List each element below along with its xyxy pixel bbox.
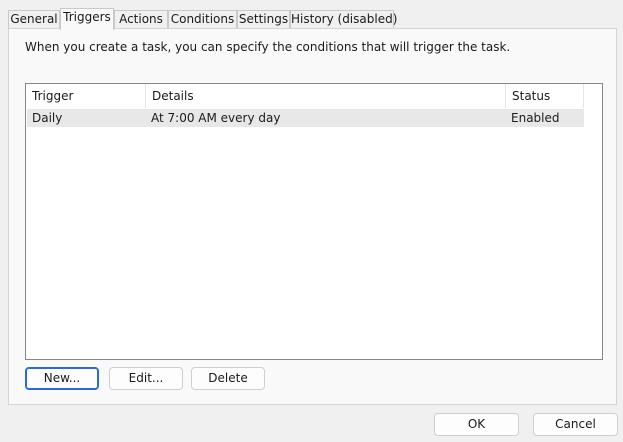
tab-general[interactable]: General (8, 10, 60, 29)
cancel-button[interactable]: Cancel (533, 413, 618, 436)
status-cell: Enabled (511, 111, 560, 125)
edit-trigger-button[interactable]: Edit... (109, 367, 183, 390)
tab-actions[interactable]: Actions (114, 10, 168, 29)
ok-button[interactable]: OK (434, 413, 519, 436)
tab-settings[interactable]: Settings (237, 10, 290, 29)
column-header-status[interactable]: Status (506, 84, 584, 108)
tab-triggers[interactable]: Triggers (60, 8, 114, 30)
column-header-trigger[interactable]: Trigger (26, 84, 146, 108)
triggers-list[interactable]: Trigger Details Status Daily At 7:00 AM … (25, 83, 603, 360)
triggers-list-header: Trigger Details Status (26, 84, 602, 108)
task-properties-dialog: General Triggers Actions Conditions Sett… (0, 0, 623, 442)
column-header-details[interactable]: Details (146, 84, 506, 108)
details-cell: At 7:00 AM every day (151, 111, 281, 125)
table-row[interactable]: Daily At 7:00 AM every day Enabled (27, 109, 584, 127)
triggers-tab-panel: When you create a task, you can specify … (8, 28, 617, 405)
new-trigger-button[interactable]: New... (25, 367, 99, 390)
tab-conditions[interactable]: Conditions (168, 10, 237, 29)
trigger-cell: Daily (32, 111, 63, 125)
tab-history[interactable]: History (disabled) (290, 10, 397, 29)
triggers-intro-text: When you create a task, you can specify … (25, 40, 511, 54)
delete-trigger-button[interactable]: Delete (191, 367, 265, 390)
